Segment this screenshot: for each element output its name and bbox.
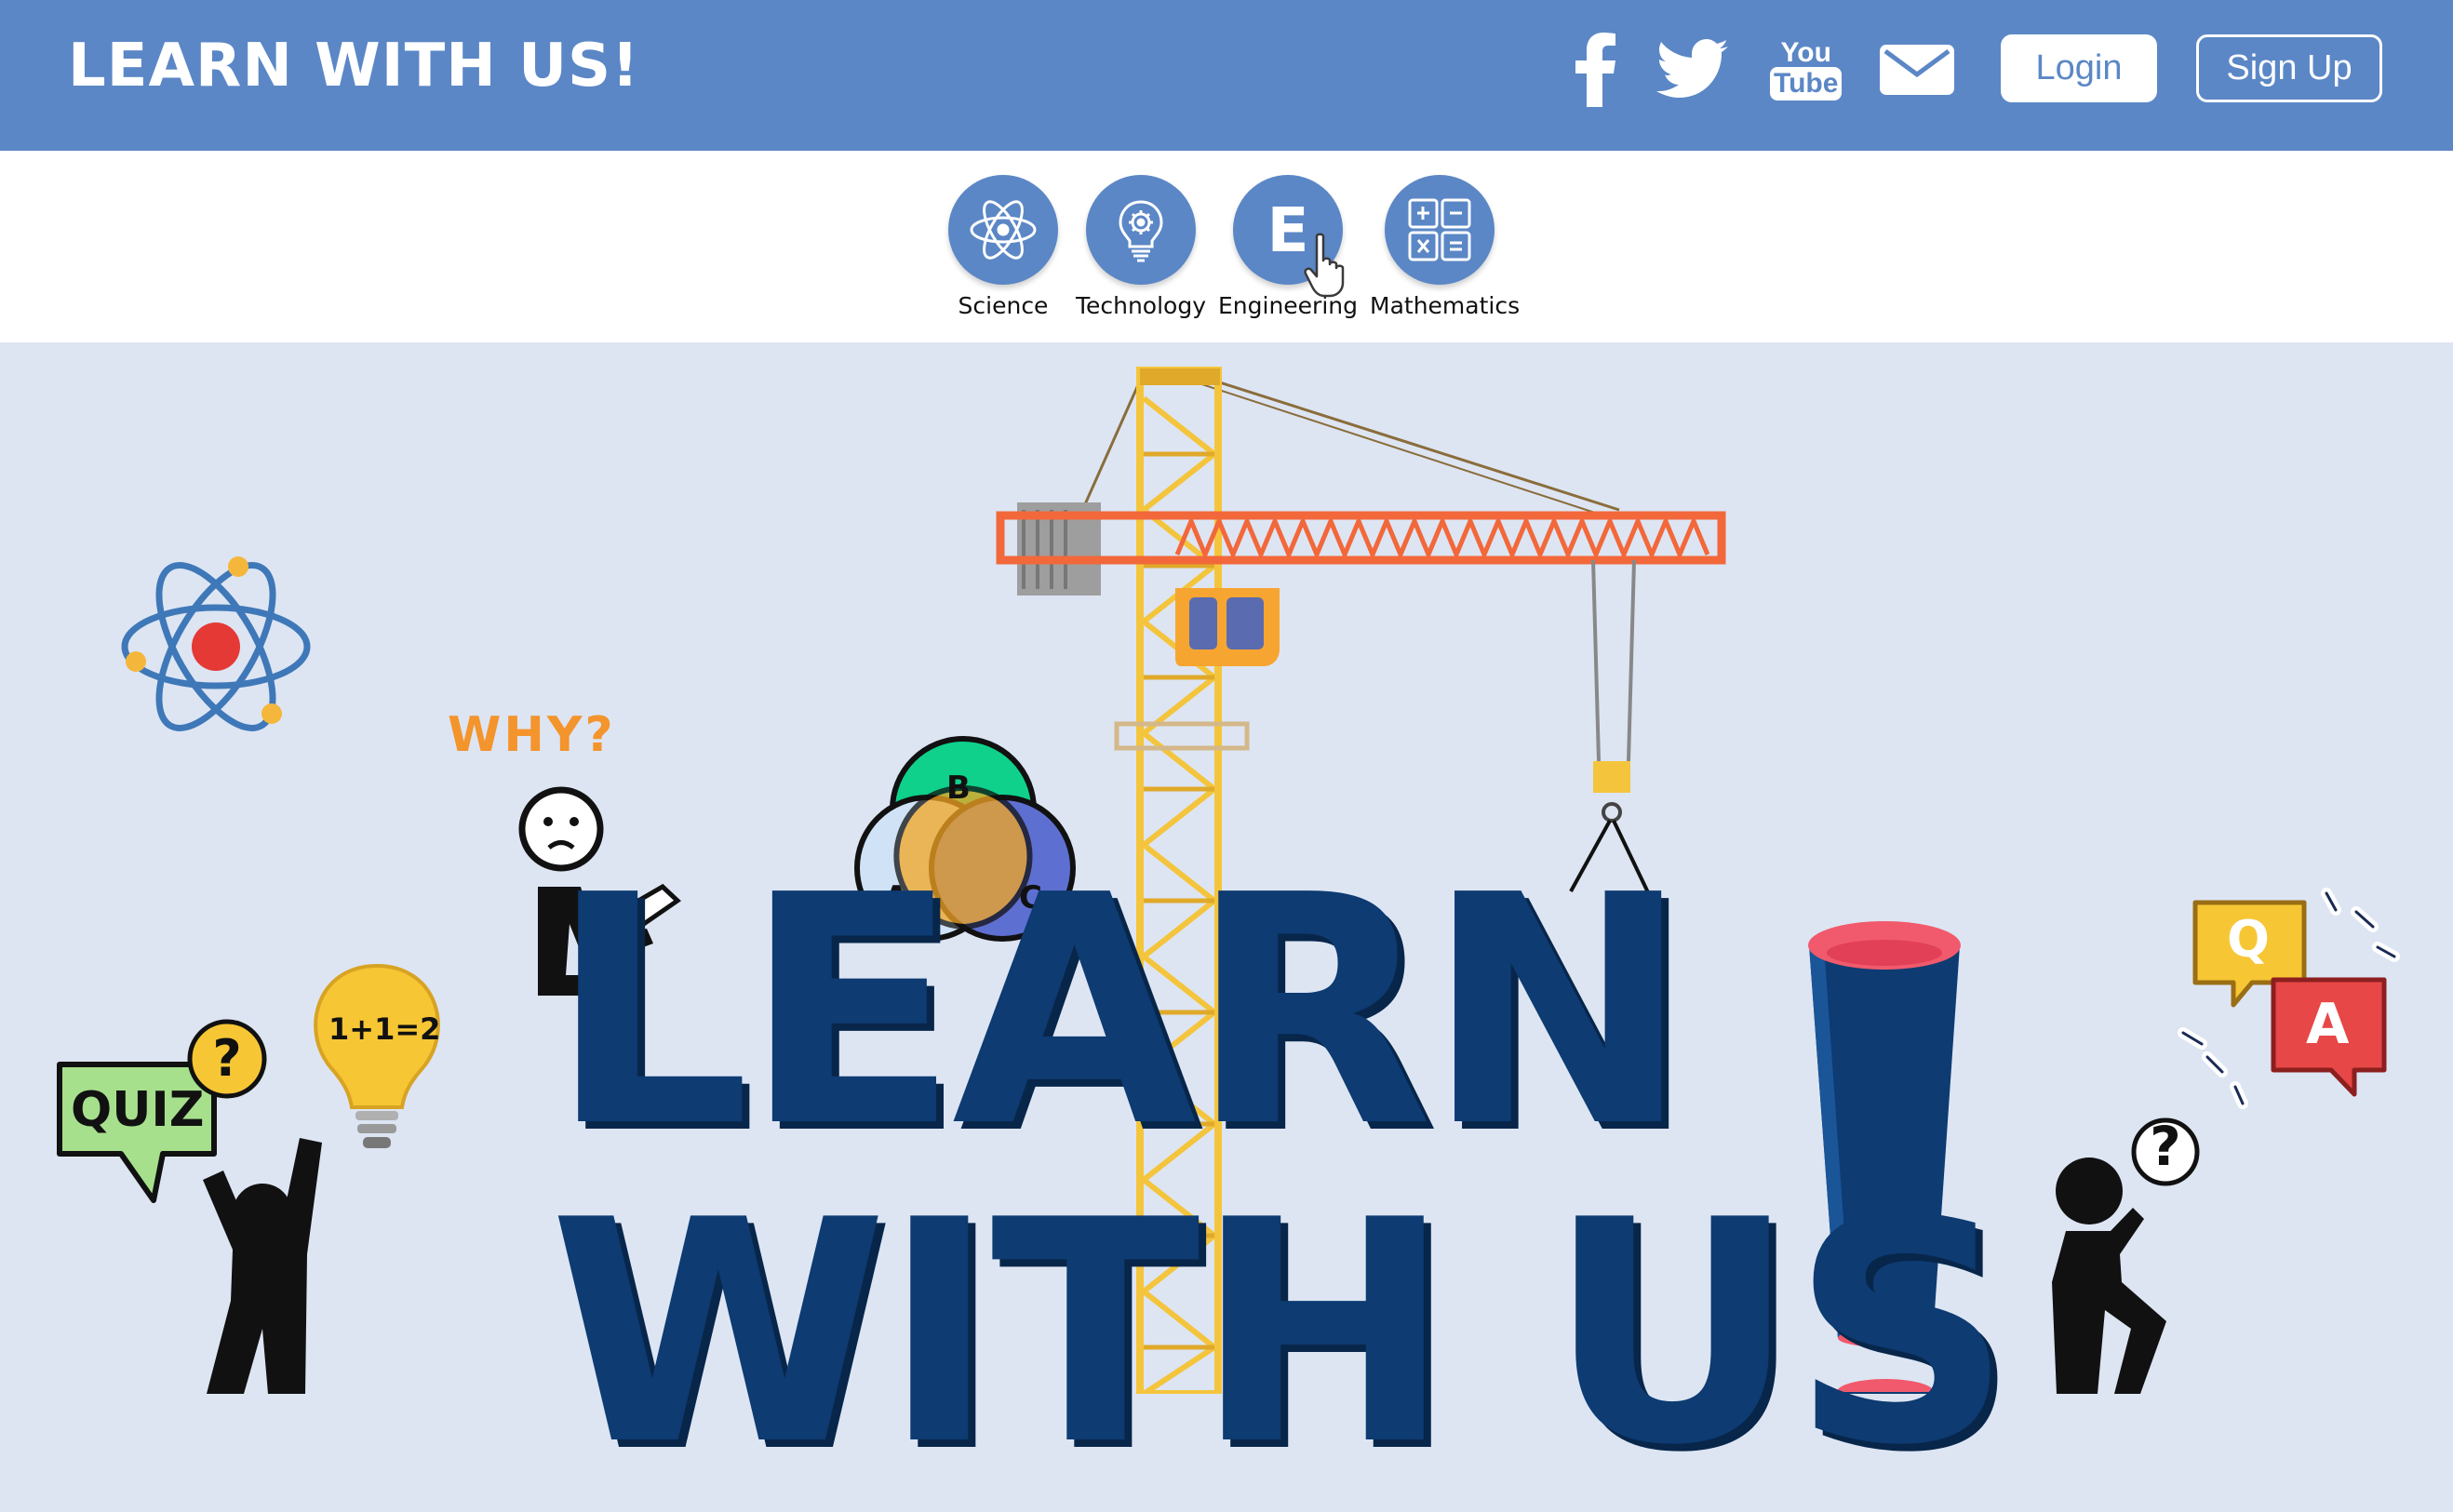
subject-science[interactable]: Science xyxy=(933,175,1073,319)
subject-mathematics[interactable]: Mathematics xyxy=(1370,175,1521,319)
site-brand-title[interactable]: LEARN WITH US! xyxy=(68,32,639,100)
calculator-icon xyxy=(1385,175,1495,285)
twitter-icon[interactable] xyxy=(1656,28,1729,112)
mail-icon[interactable] xyxy=(1880,28,1954,112)
subject-mathematics-label: Mathematics xyxy=(1370,292,1521,319)
quiz-question-mark: ? xyxy=(212,1029,242,1088)
qa-bubbles-illustration xyxy=(2178,888,2400,1109)
hero-headline-learn: LEARN xyxy=(549,828,1690,1197)
qa-label-q: Q xyxy=(2227,910,2270,969)
atom-icon xyxy=(948,175,1058,285)
youtube-text-bottom: Tube xyxy=(1770,67,1843,100)
subject-science-label: Science xyxy=(958,292,1049,319)
subject-technology-label: Technology xyxy=(1075,292,1207,319)
youtube-text-top: You xyxy=(1780,37,1831,68)
letter-e-glyph: E xyxy=(1267,194,1309,266)
subject-engineering[interactable]: E Engineering xyxy=(1218,175,1358,319)
lightbulb-illustration xyxy=(314,963,440,1148)
lightbulb-gear-icon xyxy=(1086,175,1196,285)
facebook-icon[interactable] xyxy=(1573,28,1619,112)
login-button[interactable]: Login xyxy=(2001,34,2157,102)
signup-button[interactable]: Sign Up xyxy=(2196,34,2382,102)
bulb-equation-text: 1+1=2 xyxy=(328,1011,441,1047)
cheering-person-illustration xyxy=(203,1138,322,1394)
youtube-icon[interactable]: You Tube xyxy=(1770,28,1843,112)
venn-label-b: B xyxy=(946,769,971,807)
hero-illustration: WHY? QUIZ ? 1+1=2 B A C Q A ? LEARN WITH… xyxy=(0,342,2453,1487)
subject-nav: Science Technology E Engineering Mathema… xyxy=(0,151,2453,342)
quiz-text: QUIZ xyxy=(71,1082,205,1138)
atom-illustration xyxy=(121,556,311,731)
subject-technology[interactable]: Technology xyxy=(1071,175,1211,319)
qa-label-a: A xyxy=(2306,992,2350,1057)
hero-headline-with-us: WITH US xyxy=(549,1155,2013,1512)
why-text: WHY? xyxy=(448,707,616,763)
thinking-question-mark: ? xyxy=(2150,1115,2181,1178)
top-header: LEARN WITH US! You Tube Login Sign Up xyxy=(0,0,2453,151)
hand-cursor-icon xyxy=(1304,233,1345,298)
